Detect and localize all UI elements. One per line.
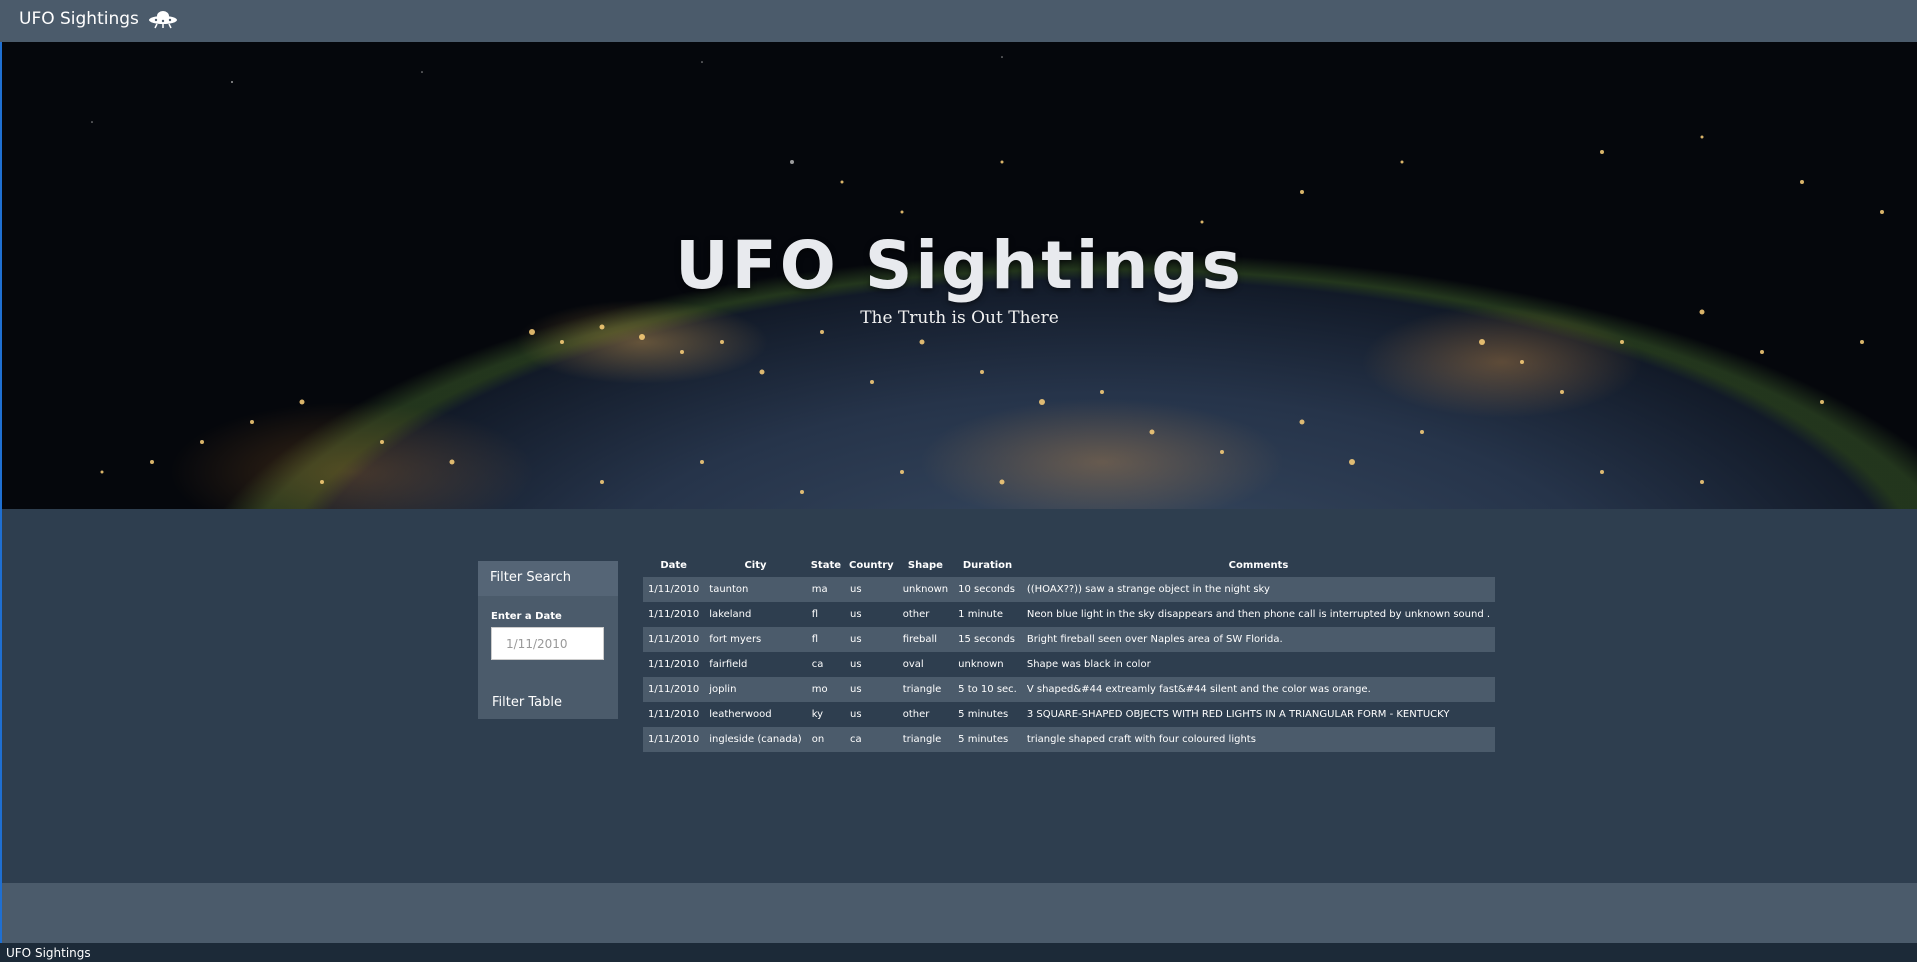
table-row: 1/11/2010 joplin mo us triangle 5 to 10 … — [643, 677, 1496, 702]
filter-panel-title: Filter Search — [490, 570, 571, 585]
cell-country: us — [845, 602, 898, 627]
cell-duration: unknown — [953, 652, 1022, 677]
cell-country: ca — [845, 727, 898, 752]
hero-banner: UFO Sightings The Truth is Out There — [2, 42, 1917, 509]
header-country: Country — [849, 560, 894, 571]
cell-shape: fireball — [897, 627, 954, 652]
filter-panel-heading: Filter Search — [478, 561, 618, 596]
hero-subtitle: The Truth is Out There — [860, 308, 1059, 328]
cell-city: leatherwood — [704, 702, 807, 727]
ufo-table: Date City State Country Shape Duration C… — [643, 554, 1496, 752]
cell-state: mo — [806, 677, 846, 702]
cell-shape: unknown — [897, 577, 954, 602]
cell-state: ca — [806, 652, 846, 677]
table-row: 1/11/2010 lakeland fl us other 1 minute … — [643, 602, 1496, 627]
table-row: 1/11/2010 fairfield ca us oval unknown S… — [643, 652, 1496, 677]
header-state: State — [810, 560, 842, 571]
navbar-brand-text: UFO Sightings — [19, 9, 139, 29]
header-date: Date — [660, 560, 687, 571]
cell-date: 1/11/2010 — [643, 627, 705, 652]
cell-duration: 15 seconds — [953, 627, 1022, 652]
cell-duration: 10 seconds — [953, 577, 1022, 602]
cell-date: 1/11/2010 — [643, 577, 705, 602]
header-duration: Duration — [962, 560, 1013, 571]
cell-country: us — [845, 577, 898, 602]
date-input-label: Enter a Date — [491, 611, 562, 622]
table-header-row: Date City State Country Shape Duration C… — [643, 554, 1495, 577]
cell-state: ky — [806, 702, 846, 727]
cell-date: 1/11/2010 — [643, 602, 705, 627]
header-shape: Shape — [907, 560, 943, 571]
cell-comments: Bright fireball seen over Naples area of… — [1021, 627, 1496, 652]
footer-band — [2, 883, 1917, 943]
cell-date: 1/11/2010 — [643, 677, 705, 702]
cell-city: ingleside (canada) — [704, 727, 807, 752]
cell-duration: 5 to 10 sec. — [953, 677, 1022, 702]
cell-state: fl — [806, 602, 846, 627]
header-comments: Comments — [1228, 560, 1289, 571]
cell-shape: triangle — [897, 677, 954, 702]
footer: UFO Sightings — [0, 943, 1917, 962]
cell-date: 1/11/2010 — [643, 702, 705, 727]
hero-title: UFO Sightings — [675, 227, 1244, 304]
cell-comments: ((HOAX??)) saw a strange object in the n… — [1021, 577, 1496, 602]
cell-country: us — [845, 702, 898, 727]
navbar-brand-link[interactable]: UFO Sightings — [19, 9, 178, 29]
cell-city: taunton — [704, 577, 807, 602]
cell-shape: other — [897, 702, 954, 727]
cell-duration: 5 minutes — [953, 702, 1022, 727]
cell-comments: V shaped&#44 extreamly fast&#44 silent a… — [1021, 677, 1496, 702]
cell-shape: triangle — [897, 727, 954, 752]
cell-duration: 5 minutes — [953, 727, 1022, 752]
cell-comments: triangle shaped craft with four coloured… — [1021, 727, 1496, 752]
cell-country: us — [845, 652, 898, 677]
cell-date: 1/11/2010 — [643, 652, 705, 677]
filter-panel: Filter Search Enter a Date Filter Table — [478, 561, 618, 719]
cell-country: us — [845, 627, 898, 652]
cell-city: lakeland — [704, 602, 807, 627]
cell-shape: oval — [897, 652, 954, 677]
cell-state: on — [806, 727, 846, 752]
cell-date: 1/11/2010 — [643, 727, 705, 752]
date-input[interactable] — [491, 627, 604, 660]
table-row: 1/11/2010 taunton ma us unknown 10 secon… — [643, 577, 1496, 602]
header-city: City — [744, 560, 767, 571]
navbar: UFO Sightings — [0, 0, 1917, 42]
cell-city: fairfield — [704, 652, 807, 677]
cell-comments: Neon blue light in the sky disappears an… — [1021, 602, 1496, 627]
cell-comments: 3 SQUARE-SHAPED OBJECTS WITH RED LIGHTS … — [1021, 702, 1496, 727]
cell-city: fort myers — [704, 627, 807, 652]
cell-comments: Shape was black in color — [1021, 652, 1496, 677]
cell-state: ma — [806, 577, 846, 602]
cell-city: joplin — [704, 677, 807, 702]
footer-text: UFO Sightings — [6, 946, 91, 960]
cell-duration: 1 minute — [953, 602, 1022, 627]
cell-state: fl — [806, 627, 846, 652]
table-row: 1/11/2010 fort myers fl us fireball 15 s… — [643, 627, 1496, 652]
ufo-icon — [148, 9, 178, 29]
table-row: 1/11/2010 leatherwood ky us other 5 minu… — [643, 702, 1496, 727]
table-row: 1/11/2010 ingleside (canada) on ca trian… — [643, 727, 1496, 752]
cell-country: us — [845, 677, 898, 702]
filter-table-button[interactable]: Filter Table — [483, 691, 613, 713]
cell-shape: other — [897, 602, 954, 627]
